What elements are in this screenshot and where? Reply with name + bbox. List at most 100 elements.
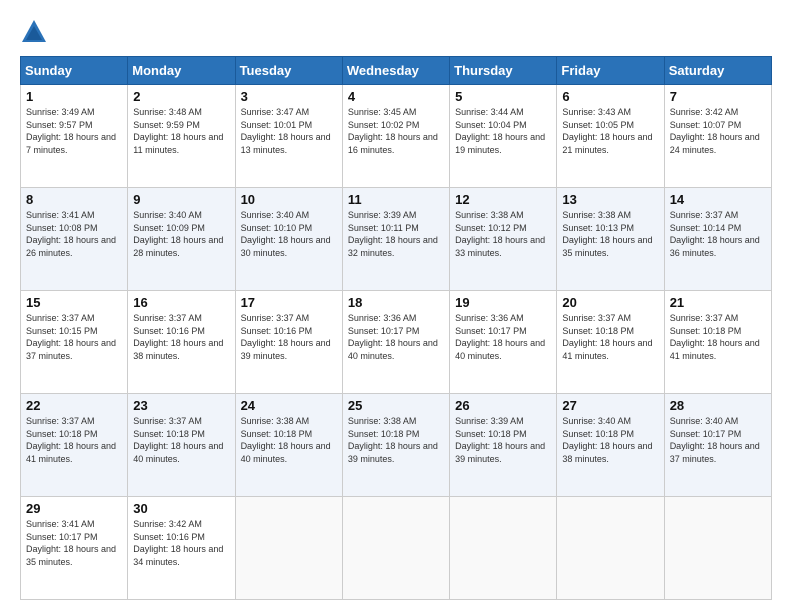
day-number: 25 (348, 398, 444, 413)
calendar-day-cell: 24 Sunrise: 3:38 AMSunset: 10:18 PMDayli… (235, 394, 342, 497)
day-info: Sunrise: 3:37 AMSunset: 10:18 PMDaylight… (562, 313, 652, 361)
day-info: Sunrise: 3:37 AMSunset: 10:18 PMDaylight… (26, 416, 116, 464)
calendar-day-cell: 9 Sunrise: 3:40 AMSunset: 10:09 PMDaylig… (128, 188, 235, 291)
day-info: Sunrise: 3:40 AMSunset: 10:10 PMDaylight… (241, 210, 331, 258)
day-number: 11 (348, 192, 444, 207)
day-number: 9 (133, 192, 229, 207)
logo (20, 18, 52, 46)
day-number: 13 (562, 192, 658, 207)
day-number: 8 (26, 192, 122, 207)
day-info: Sunrise: 3:37 AMSunset: 10:15 PMDaylight… (26, 313, 116, 361)
calendar-day-cell: 28 Sunrise: 3:40 AMSunset: 10:17 PMDayli… (664, 394, 771, 497)
day-info: Sunrise: 3:43 AMSunset: 10:05 PMDaylight… (562, 107, 652, 155)
calendar-day-cell: 11 Sunrise: 3:39 AMSunset: 10:11 PMDayli… (342, 188, 449, 291)
day-number: 16 (133, 295, 229, 310)
day-number: 21 (670, 295, 766, 310)
day-info: Sunrise: 3:38 AMSunset: 10:13 PMDaylight… (562, 210, 652, 258)
calendar-day-cell: 29 Sunrise: 3:41 AMSunset: 10:17 PMDayli… (21, 497, 128, 600)
calendar-day-cell: 14 Sunrise: 3:37 AMSunset: 10:14 PMDayli… (664, 188, 771, 291)
day-info: Sunrise: 3:41 AMSunset: 10:17 PMDaylight… (26, 519, 116, 567)
calendar-header-row: SundayMondayTuesdayWednesdayThursdayFrid… (21, 57, 772, 85)
day-number: 29 (26, 501, 122, 516)
day-info: Sunrise: 3:38 AMSunset: 10:12 PMDaylight… (455, 210, 545, 258)
day-number: 10 (241, 192, 337, 207)
calendar-week-row: 15 Sunrise: 3:37 AMSunset: 10:15 PMDayli… (21, 291, 772, 394)
calendar-day-header: Sunday (21, 57, 128, 85)
day-number: 1 (26, 89, 122, 104)
calendar-day-cell: 20 Sunrise: 3:37 AMSunset: 10:18 PMDayli… (557, 291, 664, 394)
calendar-day-cell: 18 Sunrise: 3:36 AMSunset: 10:17 PMDayli… (342, 291, 449, 394)
day-number: 4 (348, 89, 444, 104)
day-info: Sunrise: 3:40 AMSunset: 10:17 PMDaylight… (670, 416, 760, 464)
calendar-day-cell: 25 Sunrise: 3:38 AMSunset: 10:18 PMDayli… (342, 394, 449, 497)
day-number: 18 (348, 295, 444, 310)
day-info: Sunrise: 3:37 AMSunset: 10:18 PMDaylight… (670, 313, 760, 361)
calendar-day-cell: 21 Sunrise: 3:37 AMSunset: 10:18 PMDayli… (664, 291, 771, 394)
day-info: Sunrise: 3:40 AMSunset: 10:18 PMDaylight… (562, 416, 652, 464)
day-number: 17 (241, 295, 337, 310)
calendar-day-header: Wednesday (342, 57, 449, 85)
day-info: Sunrise: 3:47 AMSunset: 10:01 PMDaylight… (241, 107, 331, 155)
calendar-day-cell: 23 Sunrise: 3:37 AMSunset: 10:18 PMDayli… (128, 394, 235, 497)
calendar-day-cell: 7 Sunrise: 3:42 AMSunset: 10:07 PMDaylig… (664, 85, 771, 188)
day-info: Sunrise: 3:36 AMSunset: 10:17 PMDaylight… (455, 313, 545, 361)
calendar-day-cell: 30 Sunrise: 3:42 AMSunset: 10:16 PMDayli… (128, 497, 235, 600)
calendar-day-header: Tuesday (235, 57, 342, 85)
day-number: 24 (241, 398, 337, 413)
calendar-day-cell: 13 Sunrise: 3:38 AMSunset: 10:13 PMDayli… (557, 188, 664, 291)
calendar-day-cell: 10 Sunrise: 3:40 AMSunset: 10:10 PMDayli… (235, 188, 342, 291)
calendar-day-cell: 3 Sunrise: 3:47 AMSunset: 10:01 PMDaylig… (235, 85, 342, 188)
calendar-day-cell: 15 Sunrise: 3:37 AMSunset: 10:15 PMDayli… (21, 291, 128, 394)
calendar-week-row: 8 Sunrise: 3:41 AMSunset: 10:08 PMDaylig… (21, 188, 772, 291)
day-number: 14 (670, 192, 766, 207)
calendar-day-header: Thursday (450, 57, 557, 85)
calendar-table: SundayMondayTuesdayWednesdayThursdayFrid… (20, 56, 772, 600)
day-number: 27 (562, 398, 658, 413)
calendar-day-cell: 27 Sunrise: 3:40 AMSunset: 10:18 PMDayli… (557, 394, 664, 497)
calendar-day-cell (557, 497, 664, 600)
day-info: Sunrise: 3:38 AMSunset: 10:18 PMDaylight… (348, 416, 438, 464)
calendar-day-header: Friday (557, 57, 664, 85)
calendar-day-cell (342, 497, 449, 600)
day-info: Sunrise: 3:37 AMSunset: 10:16 PMDaylight… (241, 313, 331, 361)
calendar-day-cell: 8 Sunrise: 3:41 AMSunset: 10:08 PMDaylig… (21, 188, 128, 291)
calendar-day-cell: 5 Sunrise: 3:44 AMSunset: 10:04 PMDaylig… (450, 85, 557, 188)
page: SundayMondayTuesdayWednesdayThursdayFrid… (0, 0, 792, 612)
day-number: 20 (562, 295, 658, 310)
calendar-day-cell (450, 497, 557, 600)
day-number: 5 (455, 89, 551, 104)
day-number: 15 (26, 295, 122, 310)
day-number: 28 (670, 398, 766, 413)
calendar-day-header: Monday (128, 57, 235, 85)
day-number: 3 (241, 89, 337, 104)
day-info: Sunrise: 3:49 AMSunset: 9:57 PMDaylight:… (26, 107, 116, 155)
day-info: Sunrise: 3:48 AMSunset: 9:59 PMDaylight:… (133, 107, 223, 155)
day-info: Sunrise: 3:44 AMSunset: 10:04 PMDaylight… (455, 107, 545, 155)
calendar-day-cell: 17 Sunrise: 3:37 AMSunset: 10:16 PMDayli… (235, 291, 342, 394)
calendar-day-cell (235, 497, 342, 600)
day-info: Sunrise: 3:37 AMSunset: 10:14 PMDaylight… (670, 210, 760, 258)
calendar-day-header: Saturday (664, 57, 771, 85)
calendar-day-cell (664, 497, 771, 600)
day-info: Sunrise: 3:41 AMSunset: 10:08 PMDaylight… (26, 210, 116, 258)
day-info: Sunrise: 3:42 AMSunset: 10:16 PMDaylight… (133, 519, 223, 567)
calendar-week-row: 1 Sunrise: 3:49 AMSunset: 9:57 PMDayligh… (21, 85, 772, 188)
day-number: 22 (26, 398, 122, 413)
day-info: Sunrise: 3:42 AMSunset: 10:07 PMDaylight… (670, 107, 760, 155)
calendar-day-cell: 2 Sunrise: 3:48 AMSunset: 9:59 PMDayligh… (128, 85, 235, 188)
day-info: Sunrise: 3:39 AMSunset: 10:11 PMDaylight… (348, 210, 438, 258)
calendar-week-row: 22 Sunrise: 3:37 AMSunset: 10:18 PMDayli… (21, 394, 772, 497)
day-number: 23 (133, 398, 229, 413)
day-info: Sunrise: 3:38 AMSunset: 10:18 PMDaylight… (241, 416, 331, 464)
day-info: Sunrise: 3:37 AMSunset: 10:18 PMDaylight… (133, 416, 223, 464)
calendar-day-cell: 1 Sunrise: 3:49 AMSunset: 9:57 PMDayligh… (21, 85, 128, 188)
day-number: 30 (133, 501, 229, 516)
logo-icon (20, 18, 48, 46)
calendar-day-cell: 4 Sunrise: 3:45 AMSunset: 10:02 PMDaylig… (342, 85, 449, 188)
calendar-day-cell: 26 Sunrise: 3:39 AMSunset: 10:18 PMDayli… (450, 394, 557, 497)
calendar-day-cell: 22 Sunrise: 3:37 AMSunset: 10:18 PMDayli… (21, 394, 128, 497)
calendar-day-cell: 19 Sunrise: 3:36 AMSunset: 10:17 PMDayli… (450, 291, 557, 394)
day-info: Sunrise: 3:37 AMSunset: 10:16 PMDaylight… (133, 313, 223, 361)
day-number: 12 (455, 192, 551, 207)
day-number: 6 (562, 89, 658, 104)
